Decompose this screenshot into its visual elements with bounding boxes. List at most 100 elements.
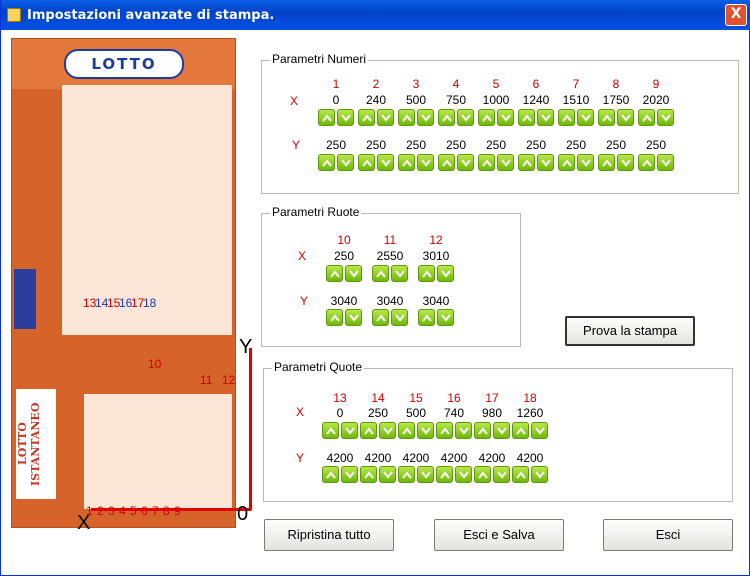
arrow-down-icon[interactable]	[341, 466, 358, 483]
arrow-up-icon[interactable]	[398, 154, 415, 171]
arrow-up-icon[interactable]	[318, 154, 335, 171]
numeri-x-label: X	[289, 94, 298, 108]
arrow-up-icon[interactable]	[436, 466, 453, 483]
arrow-down-icon[interactable]	[617, 109, 634, 126]
arrow-down-icon[interactable]	[379, 466, 396, 483]
arrow-down-icon[interactable]	[341, 422, 358, 439]
arrow-down-icon[interactable]	[455, 466, 472, 483]
arrow-up-icon[interactable]	[318, 109, 335, 126]
arrow-down-icon[interactable]	[417, 422, 434, 439]
arrow-up-icon[interactable]	[512, 422, 529, 439]
window-title: Impostazioni avanzate di stampa.	[27, 8, 275, 23]
arrow-up-icon[interactable]	[438, 154, 455, 171]
arrow-down-icon[interactable]	[497, 109, 514, 126]
arrow-up-icon[interactable]	[418, 309, 435, 326]
arrow-up-icon[interactable]	[478, 154, 495, 171]
arrow-up-icon[interactable]	[322, 422, 339, 439]
arrow-down-icon[interactable]	[493, 466, 510, 483]
arrow-down-icon[interactable]	[657, 154, 674, 171]
spinner-quote-x-3	[398, 422, 434, 440]
numeri-index-7: 7	[572, 77, 580, 91]
arrow-down-icon[interactable]	[437, 309, 454, 326]
arrow-down-icon[interactable]	[345, 309, 362, 326]
spinner-numeri-x-8	[598, 109, 634, 127]
arrow-down-icon[interactable]	[391, 265, 408, 282]
spinner-numeri-y-2	[358, 154, 394, 172]
esci-salva-button[interactable]: Esci e Salva	[434, 519, 564, 551]
arrow-up-icon[interactable]	[598, 154, 615, 171]
arrow-up-icon[interactable]	[398, 466, 415, 483]
spinner-numeri-y-5	[478, 154, 514, 172]
arrow-down-icon[interactable]	[577, 154, 594, 171]
arrow-up-icon[interactable]	[436, 422, 453, 439]
arrow-down-icon[interactable]	[337, 109, 354, 126]
group-ruote-title: Parametri Ruote	[270, 205, 362, 219]
arrow-down-icon[interactable]	[377, 154, 394, 171]
spinner-numeri-x-9	[638, 109, 674, 127]
arrow-up-icon[interactable]	[372, 265, 389, 282]
arrow-up-icon[interactable]	[478, 109, 495, 126]
arrow-down-icon[interactable]	[531, 466, 548, 483]
spinner-quote-x-1	[322, 422, 358, 440]
esci-button[interactable]: Esci	[603, 519, 733, 551]
arrow-up-icon[interactable]	[326, 265, 343, 282]
arrow-down-icon[interactable]	[437, 265, 454, 282]
arrow-up-icon[interactable]	[512, 466, 529, 483]
x-axis-label: X	[77, 512, 91, 534]
arrow-up-icon[interactable]	[518, 154, 535, 171]
arrow-up-icon[interactable]	[474, 466, 491, 483]
arrow-up-icon[interactable]	[398, 109, 415, 126]
arrow-up-icon[interactable]	[418, 265, 435, 282]
arrow-up-icon[interactable]	[518, 109, 535, 126]
arrow-down-icon[interactable]	[337, 154, 354, 171]
arrow-down-icon[interactable]	[537, 154, 554, 171]
spinner-quote-y-5	[474, 466, 510, 484]
ripristina-button[interactable]: Ripristina tutto	[264, 519, 394, 551]
arrow-down-icon[interactable]	[617, 154, 634, 171]
ruote-index-1: 10	[337, 233, 351, 247]
arrow-up-icon[interactable]	[372, 309, 389, 326]
arrow-up-icon[interactable]	[598, 109, 615, 126]
prova-stampa-button[interactable]: Prova la stampa	[565, 316, 695, 346]
arrow-down-icon[interactable]	[537, 109, 554, 126]
quote-index-5: 17	[485, 391, 499, 405]
arrow-up-icon[interactable]	[358, 154, 375, 171]
quote-index-4: 16	[447, 391, 461, 405]
arrow-up-icon[interactable]	[326, 309, 343, 326]
y-axis-label: Y	[239, 336, 253, 358]
arrow-down-icon[interactable]	[457, 154, 474, 171]
arrow-down-icon[interactable]	[417, 466, 434, 483]
ruote-x-value-1: 250	[333, 249, 355, 263]
arrow-up-icon[interactable]	[638, 154, 655, 171]
arrow-down-icon[interactable]	[457, 109, 474, 126]
ticket-number-label: 8	[163, 504, 170, 518]
spinner-quote-y-6	[512, 466, 548, 484]
close-button[interactable]: X	[725, 4, 747, 26]
arrow-down-icon[interactable]	[577, 109, 594, 126]
arrow-down-icon[interactable]	[417, 109, 434, 126]
arrow-down-icon[interactable]	[493, 422, 510, 439]
arrow-down-icon[interactable]	[377, 109, 394, 126]
arrow-down-icon[interactable]	[531, 422, 548, 439]
arrow-down-icon[interactable]	[345, 265, 362, 282]
arrow-down-icon[interactable]	[417, 154, 434, 171]
arrow-up-icon[interactable]	[438, 109, 455, 126]
app-icon	[7, 8, 21, 22]
numeri-index-4: 4	[452, 77, 460, 91]
arrow-up-icon[interactable]	[322, 466, 339, 483]
ticket-label-11: 11	[200, 373, 213, 387]
arrow-down-icon[interactable]	[455, 422, 472, 439]
arrow-down-icon[interactable]	[379, 422, 396, 439]
arrow-up-icon[interactable]	[358, 109, 375, 126]
arrow-down-icon[interactable]	[657, 109, 674, 126]
arrow-up-icon[interactable]	[360, 466, 377, 483]
arrow-down-icon[interactable]	[391, 309, 408, 326]
arrow-up-icon[interactable]	[558, 154, 575, 171]
arrow-up-icon[interactable]	[558, 109, 575, 126]
arrow-up-icon[interactable]	[360, 422, 377, 439]
arrow-down-icon[interactable]	[497, 154, 514, 171]
arrow-up-icon[interactable]	[398, 422, 415, 439]
arrow-up-icon[interactable]	[474, 422, 491, 439]
quote-y-label: Y	[295, 451, 304, 465]
arrow-up-icon[interactable]	[638, 109, 655, 126]
